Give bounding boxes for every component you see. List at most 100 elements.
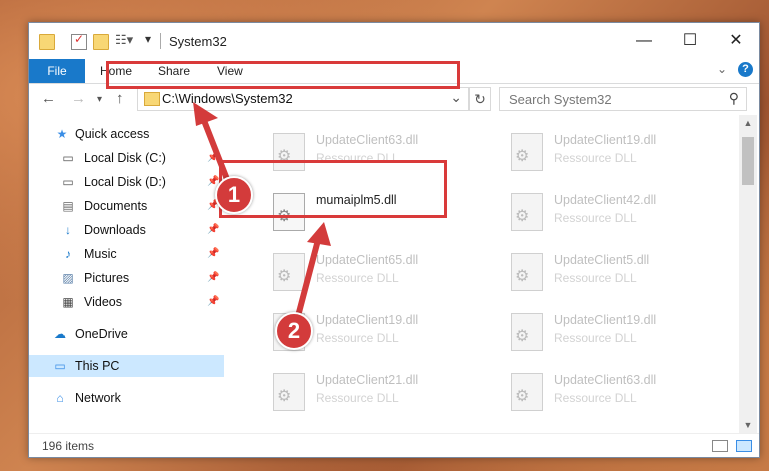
drive-icon: ▭: [62, 175, 74, 189]
drive-icon: ▭: [62, 151, 74, 165]
file-name: UpdateClient63.dll: [554, 373, 657, 387]
file-item[interactable]: UpdateClient21.dll Ressource DLL: [246, 365, 466, 413]
navigation-pane: ★ Quick access ▭ Local Disk (C:) 📌 ▭ Loc…: [29, 115, 224, 433]
nav-item-downloads[interactable]: ↓ Downloads 📌: [29, 219, 224, 241]
file-item[interactable]: UpdateClient19.dll Ressource DLL: [484, 125, 704, 173]
dll-file-icon: [273, 373, 305, 411]
nav-item-onedrive[interactable]: ☁ OneDrive: [29, 323, 224, 345]
step-1-badge: 1: [215, 176, 253, 214]
file-type: Ressource DLL: [554, 151, 637, 165]
network-icon: ⌂: [56, 391, 64, 405]
forward-icon[interactable]: →: [71, 90, 86, 107]
nav-item-label: Pictures: [84, 271, 130, 285]
file-item[interactable]: UpdateClient42.dll Ressource DLL: [484, 185, 704, 233]
search-input[interactable]: Search System32 ⚲: [499, 87, 747, 111]
large-icons-view-icon[interactable]: [736, 440, 752, 452]
file-type: Ressource DLL: [554, 211, 637, 225]
folder-icon: [144, 92, 160, 106]
close-button[interactable]: ✕: [713, 23, 759, 59]
title-separator: [160, 33, 161, 49]
documents-icon: ▤: [62, 199, 74, 213]
properties-icon[interactable]: [71, 32, 87, 50]
nav-item-label: Downloads: [84, 223, 146, 237]
maximize-button[interactable]: ☐: [667, 23, 713, 59]
scroll-down-icon[interactable]: ▼: [739, 417, 757, 433]
file-type: Ressource DLL: [554, 271, 637, 285]
address-bar[interactable]: C:\Windows\System32 ⌄: [137, 87, 469, 111]
nav-item-local-disk-c[interactable]: ▭ Local Disk (C:) 📌: [29, 147, 224, 169]
nav-item-pictures[interactable]: ▨ Pictures 📌: [29, 267, 224, 289]
address-highlight-box: [106, 61, 460, 89]
nav-item-network[interactable]: ⌂ Network: [29, 387, 224, 409]
file-type: Ressource DLL: [316, 391, 399, 405]
file-name: UpdateClient63.dll: [316, 133, 419, 147]
file-item[interactable]: UpdateClient5.dll Ressource DLL: [484, 245, 704, 293]
pin-icon: 📌: [207, 248, 220, 259]
dll-file-icon: [511, 253, 543, 291]
scroll-thumb[interactable]: [742, 137, 754, 185]
star-icon: ★: [56, 127, 68, 141]
expand-ribbon-icon[interactable]: ⌄: [717, 62, 727, 76]
file-type: Ressource DLL: [316, 271, 399, 285]
file-name: UpdateClient19.dll: [316, 313, 419, 327]
title-bar: ☷▾ ▾ System32 — ☐ ✕: [29, 23, 759, 59]
cloud-icon: ☁: [54, 327, 66, 341]
pin-icon: 📌: [207, 224, 220, 235]
computer-icon: ▭: [54, 359, 66, 373]
file-name: UpdateClient5.dll: [554, 253, 650, 267]
nav-item-label: Music: [84, 247, 117, 261]
pin-icon: 📌: [207, 272, 220, 283]
pin-icon: 📌: [207, 152, 220, 163]
nav-item-documents[interactable]: ▤ Documents 📌: [29, 195, 224, 217]
search-placeholder: Search System32: [509, 92, 612, 107]
tab-file[interactable]: File: [29, 59, 85, 83]
file-item[interactable]: UpdateClient65.dll Ressource DLL: [246, 245, 466, 293]
nav-item-this-pc[interactable]: ▭ This PC: [29, 355, 224, 377]
up-icon[interactable]: ↑: [116, 90, 124, 107]
item-count: 196 items: [42, 439, 95, 453]
file-name: UpdateClient42.dll: [554, 193, 657, 207]
step-2-badge: 2: [275, 312, 313, 350]
quick-access-dropdown-icon[interactable]: ▾: [145, 32, 151, 46]
window-title: System32: [169, 34, 227, 49]
search-icon[interactable]: ⚲: [729, 90, 739, 107]
file-item[interactable]: UpdateClient63.dll Ressource DLL: [484, 365, 704, 413]
new-folder-icon[interactable]: [93, 34, 109, 50]
details-view-icon[interactable]: [712, 440, 728, 452]
file-name: UpdateClient19.dll: [554, 133, 657, 147]
help-icon[interactable]: ?: [738, 62, 753, 77]
file-name: UpdateClient21.dll: [316, 373, 419, 387]
recent-locations-icon[interactable]: ▾: [97, 94, 102, 105]
nav-item-music[interactable]: ♪ Music 📌: [29, 243, 224, 265]
nav-item-label: Local Disk (D:): [84, 175, 166, 189]
dll-file-icon: [511, 193, 543, 231]
file-name: UpdateClient19.dll: [554, 313, 657, 327]
scroll-up-icon[interactable]: ▲: [739, 115, 757, 131]
nav-item-label: Network: [75, 391, 121, 405]
dll-file-icon: [273, 253, 305, 291]
file-name: UpdateClient65.dll: [316, 253, 419, 267]
nav-item-local-disk-d[interactable]: ▭ Local Disk (D:) 📌: [29, 171, 224, 193]
nav-item-quick-access[interactable]: ★ Quick access: [29, 123, 224, 145]
nav-item-videos[interactable]: ▦ Videos 📌: [29, 291, 224, 313]
music-icon: ♪: [65, 247, 71, 261]
minimize-button[interactable]: —: [621, 23, 667, 59]
customize-toolbar-icon[interactable]: ☷▾: [115, 32, 133, 48]
vertical-scrollbar[interactable]: ▲ ▼: [739, 115, 757, 433]
folder-icon[interactable]: [39, 34, 55, 50]
nav-item-label: Videos: [84, 295, 122, 309]
back-icon[interactable]: ←: [41, 90, 56, 107]
file-item[interactable]: UpdateClient19.dll Ressource DLL: [484, 305, 704, 353]
pictures-icon: ▨: [62, 271, 74, 285]
file-type: Ressource DLL: [554, 391, 637, 405]
nav-item-label: Documents: [84, 199, 148, 213]
address-path[interactable]: C:\Windows\System32: [162, 91, 293, 106]
refresh-button[interactable]: ↻: [469, 87, 491, 111]
pin-icon: 📌: [207, 296, 220, 307]
dll-file-icon: [511, 373, 543, 411]
dll-file-icon: [511, 133, 543, 171]
file-highlight-box: [219, 160, 447, 218]
address-dropdown-icon[interactable]: ⌄: [450, 89, 462, 106]
dll-file-icon: [511, 313, 543, 351]
nav-item-label: Local Disk (C:): [84, 151, 166, 165]
